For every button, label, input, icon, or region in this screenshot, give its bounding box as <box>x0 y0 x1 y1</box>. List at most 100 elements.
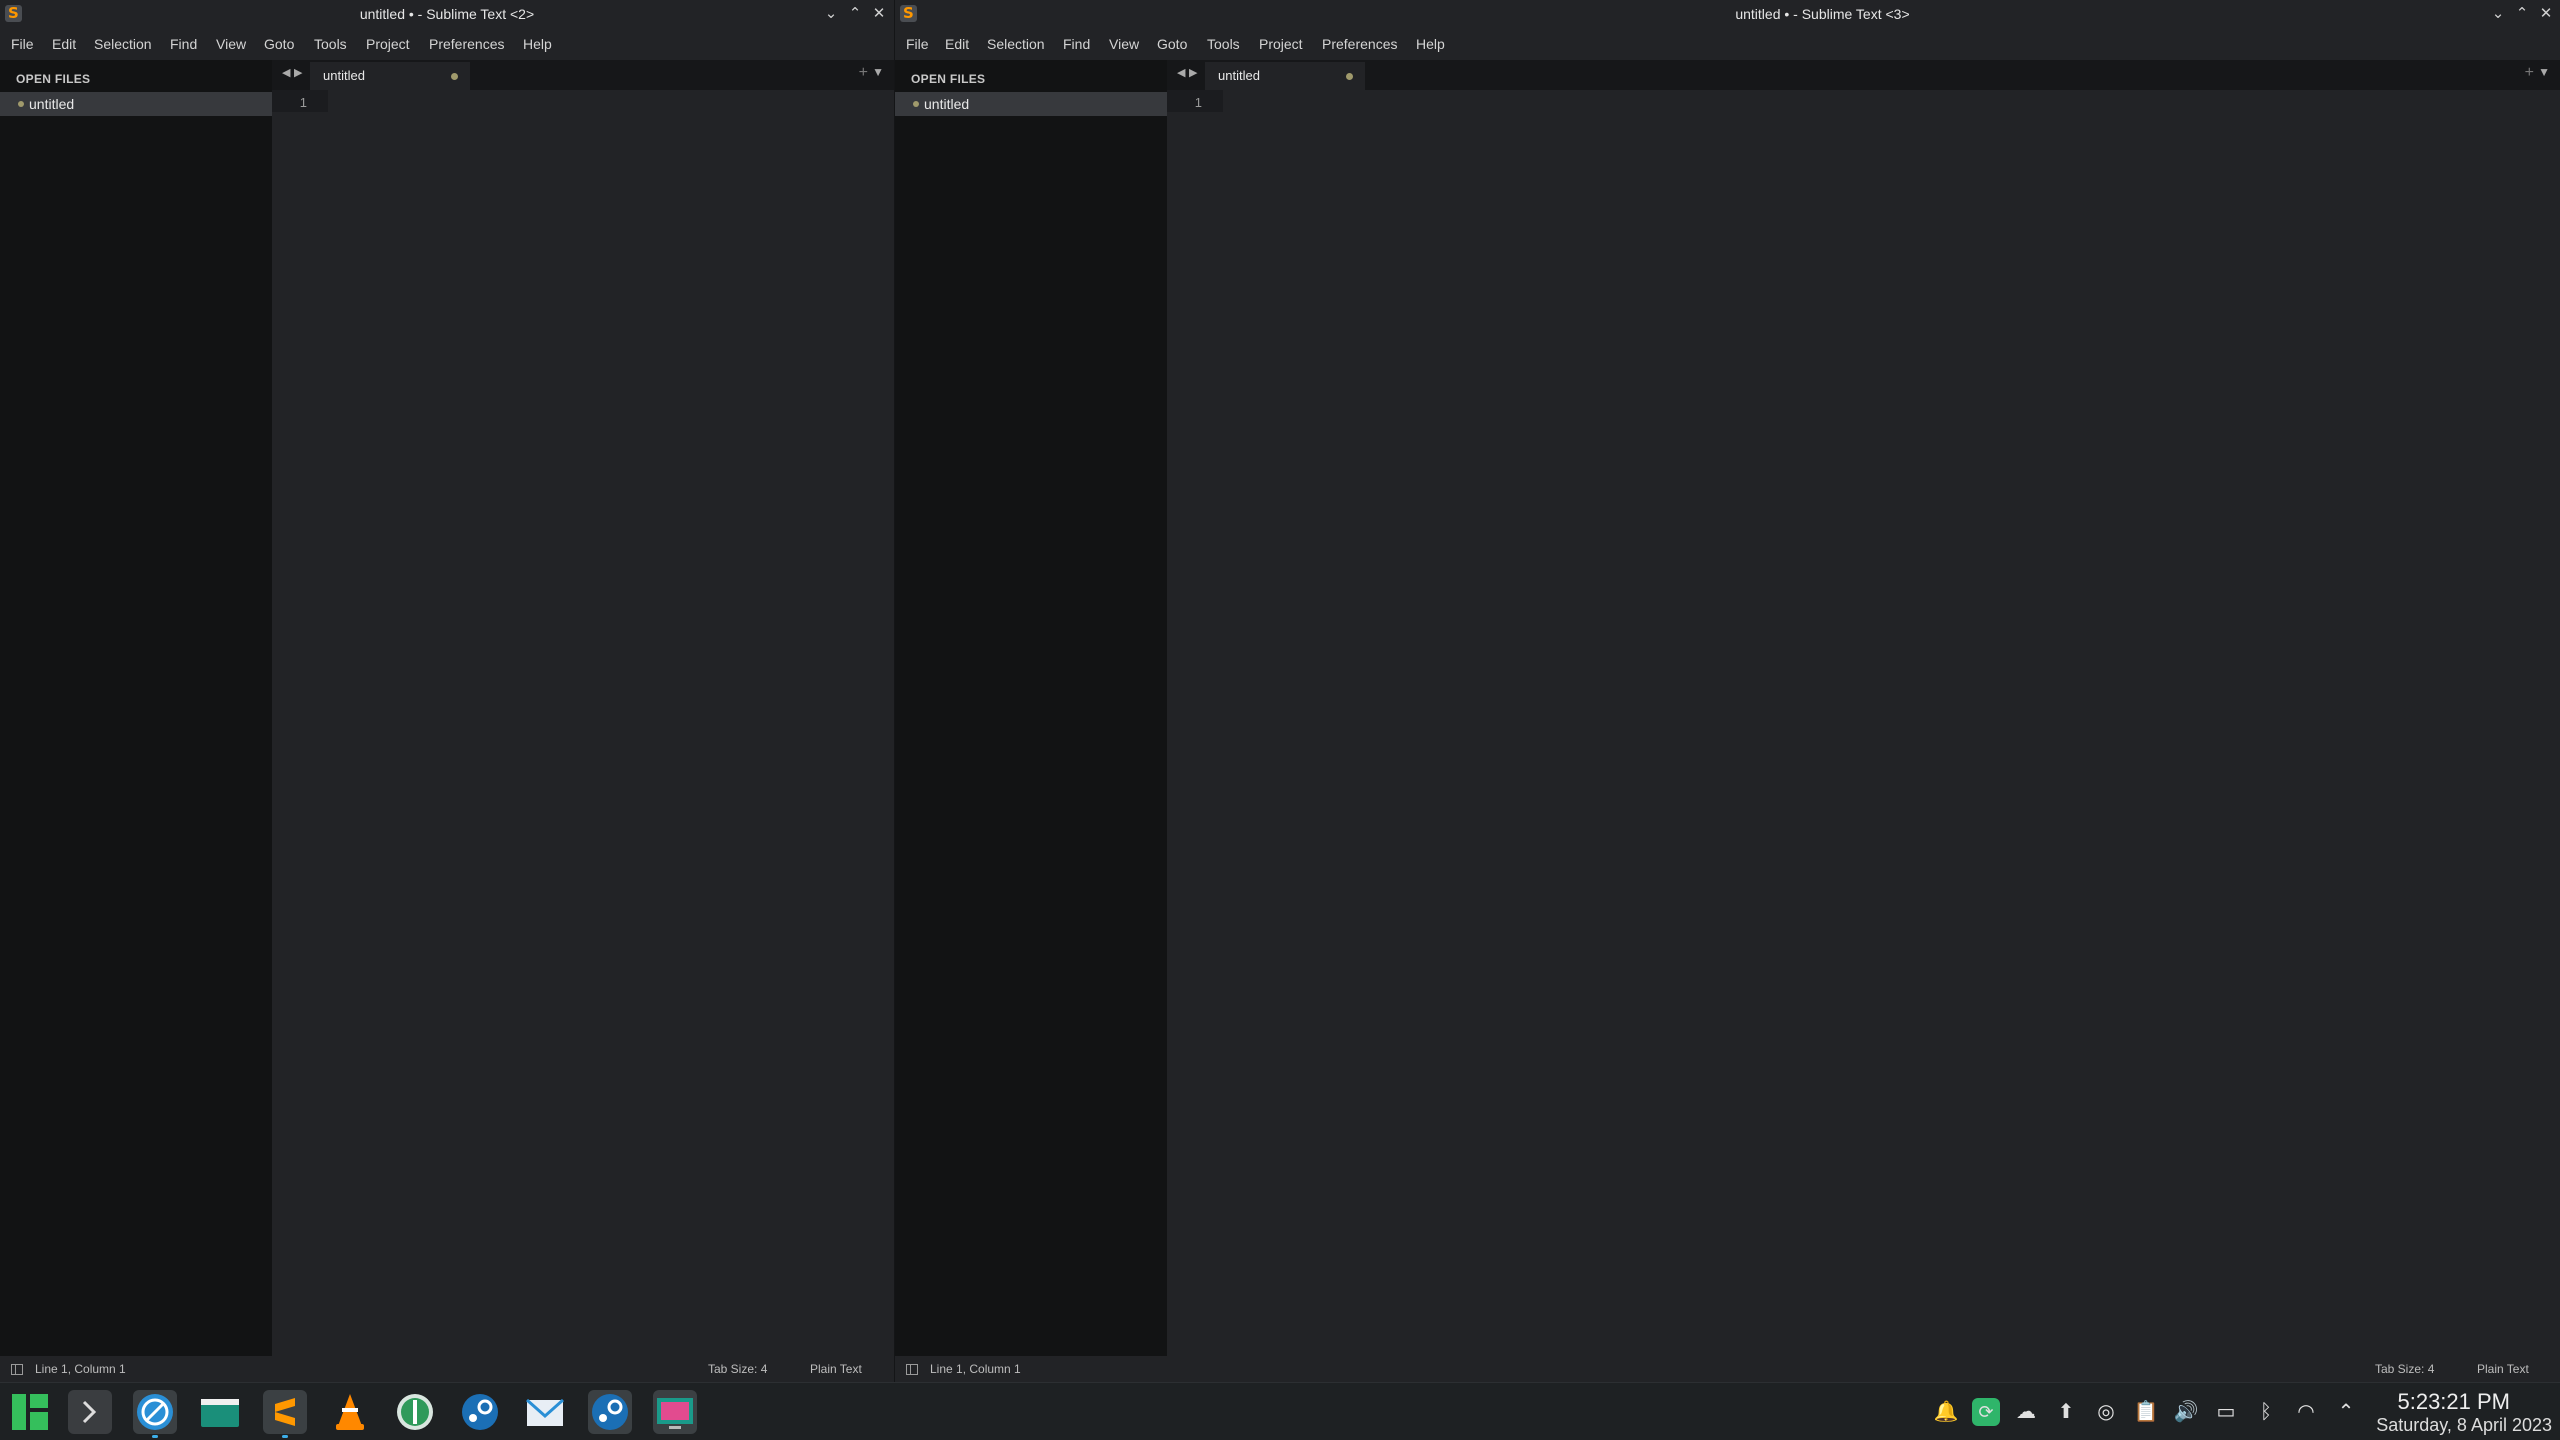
tab-next-icon[interactable]: ▶ <box>1189 66 1197 79</box>
editor-area[interactable] <box>328 90 894 1356</box>
unsaved-dot-icon <box>18 101 24 107</box>
line-gutter: 1 <box>1167 90 1223 1356</box>
tab-untitled[interactable]: untitled <box>310 62 470 90</box>
close-icon[interactable]: ✕ <box>869 4 889 24</box>
browser-icon[interactable] <box>133 1390 177 1438</box>
notification-bell-icon[interactable]: 🔔 <box>1932 1398 1960 1426</box>
sync-icon[interactable]: ⟳ <box>1972 1398 2000 1426</box>
cloud-icon[interactable]: ☁ <box>2012 1398 2040 1426</box>
cursor-position: Line 1, Column 1 <box>930 1362 1021 1376</box>
sidebar-file-untitled[interactable]: untitled <box>895 92 1167 116</box>
title-bar[interactable]: untitled • - Sublime Text <3> ⌄ ⌃ ✕ <box>895 0 2560 28</box>
status-bar: Line 1, Column 1 Tab Size: 4 Plain Text <box>895 1356 2560 1382</box>
minimize-icon[interactable]: ⌄ <box>2488 4 2508 24</box>
screenshot-icon[interactable] <box>653 1390 697 1434</box>
menu-selection[interactable]: Selection <box>94 28 152 60</box>
menu-help[interactable]: Help <box>523 28 552 60</box>
terminal-icon[interactable] <box>68 1390 112 1434</box>
file-manager-icon[interactable] <box>198 1390 242 1434</box>
line-number: 1 <box>299 95 307 110</box>
clipboard-icon[interactable]: 📋 <box>2132 1398 2160 1426</box>
clock-date[interactable]: Saturday, 8 April 2023 <box>2376 1415 2552 1436</box>
chevron-up-icon[interactable]: ⌃ <box>2332 1398 2360 1426</box>
menu-bar: File Edit Selection Find View Goto Tools… <box>895 28 2560 60</box>
tab-menu-icon[interactable]: ▼ <box>2538 65 2550 79</box>
tab-menu-icon[interactable]: ▼ <box>872 65 884 79</box>
volume-icon[interactable]: 🔊 <box>2172 1398 2200 1426</box>
menu-edit[interactable]: Edit <box>52 28 76 60</box>
editor-area[interactable] <box>1223 90 2560 1356</box>
window-title: untitled • - Sublime Text <3> <box>1735 6 1910 22</box>
toggle-sidebar-icon[interactable] <box>906 1364 918 1375</box>
minimize-icon[interactable]: ⌄ <box>821 4 841 24</box>
tab-prev-icon[interactable]: ◀ <box>1177 66 1185 79</box>
unsaved-dot-icon[interactable] <box>451 73 458 80</box>
menu-project[interactable]: Project <box>366 28 410 60</box>
menu-tools[interactable]: Tools <box>1207 28 1240 60</box>
status-bar: Line 1, Column 1 Tab Size: 4 Plain Text <box>0 1356 894 1382</box>
menu-find[interactable]: Find <box>170 28 197 60</box>
menu-help[interactable]: Help <box>1416 28 1445 60</box>
sublime-text-icon[interactable] <box>263 1390 307 1438</box>
sidebar: OPEN FILES untitled <box>895 60 1167 1356</box>
tab-untitled[interactable]: untitled <box>1205 62 1365 90</box>
update-icon[interactable]: ⬆ <box>2052 1398 2080 1426</box>
wifi-icon[interactable]: ◠ <box>2292 1398 2320 1426</box>
menu-goto[interactable]: Goto <box>1157 28 1187 60</box>
menu-find[interactable]: Find <box>1063 28 1090 60</box>
manjaro-logo-icon[interactable] <box>8 1390 52 1434</box>
sidebar-file-label: untitled <box>924 96 970 112</box>
sidebar: OPEN FILES untitled <box>0 60 272 1356</box>
window-title: untitled • - Sublime Text <2> <box>359 6 535 22</box>
tab-size[interactable]: Tab Size: 4 <box>708 1356 767 1382</box>
unsaved-dot-icon[interactable] <box>1346 73 1353 80</box>
close-icon[interactable]: ✕ <box>2536 4 2556 24</box>
menu-view[interactable]: View <box>216 28 246 60</box>
sidebar-file-label: untitled <box>29 96 75 112</box>
tab-prev-icon[interactable]: ◀ <box>282 66 290 79</box>
syntax-selector[interactable]: Plain Text <box>810 1356 862 1382</box>
vlc-icon[interactable] <box>328 1390 372 1434</box>
new-tab-icon[interactable]: + <box>2525 64 2534 82</box>
sublime-app-icon[interactable] <box>900 4 917 22</box>
steam-icon[interactable] <box>458 1390 502 1434</box>
clock-time[interactable]: 5:23:21 PM <box>2397 1389 2510 1415</box>
menu-view[interactable]: View <box>1109 28 1139 60</box>
line-number: 1 <box>1194 95 1202 110</box>
sublime-window-3[interactable]: untitled • - Sublime Text <3> ⌄ ⌃ ✕ File… <box>894 0 2560 1382</box>
sublime-window-2[interactable]: untitled • - Sublime Text <2> ⌄ ⌃ ✕ File… <box>0 0 894 1382</box>
tab-label: untitled <box>1218 68 1260 83</box>
sidebar-file-untitled[interactable]: untitled <box>0 92 272 116</box>
maximize-icon[interactable]: ⌃ <box>845 4 865 24</box>
menu-edit[interactable]: Edit <box>945 28 969 60</box>
menu-selection[interactable]: Selection <box>987 28 1045 60</box>
toggle-sidebar-icon[interactable] <box>11 1364 23 1375</box>
active-indicator <box>152 1435 158 1438</box>
menu-preferences[interactable]: Preferences <box>1322 28 1397 60</box>
bluetooth-icon[interactable]: ᛒ <box>2252 1398 2280 1426</box>
tab-next-icon[interactable]: ▶ <box>294 66 302 79</box>
syntax-selector[interactable]: Plain Text <box>2477 1356 2529 1382</box>
line-gutter: 1 <box>272 90 328 1356</box>
open-files-header: OPEN FILES <box>911 72 986 86</box>
mail-icon[interactable] <box>523 1390 567 1434</box>
tab-bar: ◀ ▶ untitled + ▼ <box>1167 60 2560 90</box>
menu-file[interactable]: File <box>906 28 929 60</box>
tab-size[interactable]: Tab Size: 4 <box>2375 1356 2434 1382</box>
menu-tools[interactable]: Tools <box>314 28 347 60</box>
qbittorrent-icon[interactable] <box>393 1390 437 1434</box>
menu-preferences[interactable]: Preferences <box>429 28 504 60</box>
steam-icon[interactable] <box>588 1390 632 1434</box>
title-bar[interactable]: untitled • - Sublime Text <2> ⌄ ⌃ ✕ <box>0 0 894 28</box>
menu-project[interactable]: Project <box>1259 28 1303 60</box>
tab-bar: ◀ ▶ untitled + ▼ <box>272 60 894 90</box>
menu-file[interactable]: File <box>11 28 34 60</box>
open-files-header: OPEN FILES <box>16 72 91 86</box>
maximize-icon[interactable]: ⌃ <box>2512 4 2532 24</box>
steam-tray-icon[interactable]: ◎ <box>2092 1398 2120 1426</box>
battery-icon[interactable]: ▭ <box>2212 1398 2240 1426</box>
new-tab-icon[interactable]: + <box>859 64 868 82</box>
cursor-position: Line 1, Column 1 <box>35 1362 126 1376</box>
menu-goto[interactable]: Goto <box>264 28 294 60</box>
unsaved-dot-icon <box>913 101 919 107</box>
